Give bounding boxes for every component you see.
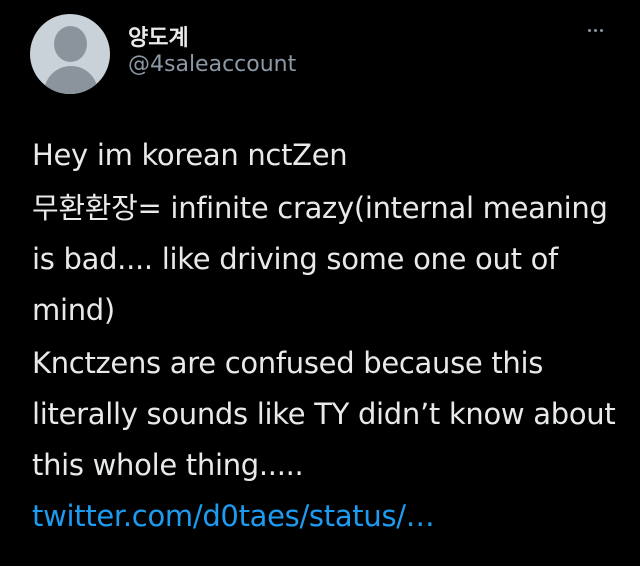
tweet-link[interactable]: twitter.com/d0taes/status/… <box>32 499 435 533</box>
more-options-button[interactable] <box>580 20 610 40</box>
tweet-paragraph-3-text: Knctzens are confused because this liter… <box>32 346 616 482</box>
tweet-paragraph-3: Knctzens are confused because this liter… <box>32 338 622 542</box>
more-icon <box>587 28 591 32</box>
tweet-text: Hey im korean nctZen 무환환장= infinite craz… <box>32 130 622 544</box>
more-icon-dot-2 <box>593 28 597 32</box>
tweet-paragraph-1: Hey im korean nctZen <box>32 138 348 172</box>
tweet: 양도계 @4saleaccount Hey im korean nctZen 무… <box>0 0 640 566</box>
avatar-shoulders <box>44 66 98 94</box>
avatar-head <box>54 26 87 62</box>
user-handle[interactable]: @4saleaccount <box>128 52 296 77</box>
more-icon-dot-3 <box>599 28 603 32</box>
tweet-paragraph-2: 무환환장= infinite crazy(internal meaning is… <box>32 191 608 327</box>
display-name[interactable]: 양도계 <box>128 20 189 52</box>
tweet-header: 양도계 @4saleaccount <box>30 14 610 94</box>
avatar[interactable] <box>30 14 110 94</box>
